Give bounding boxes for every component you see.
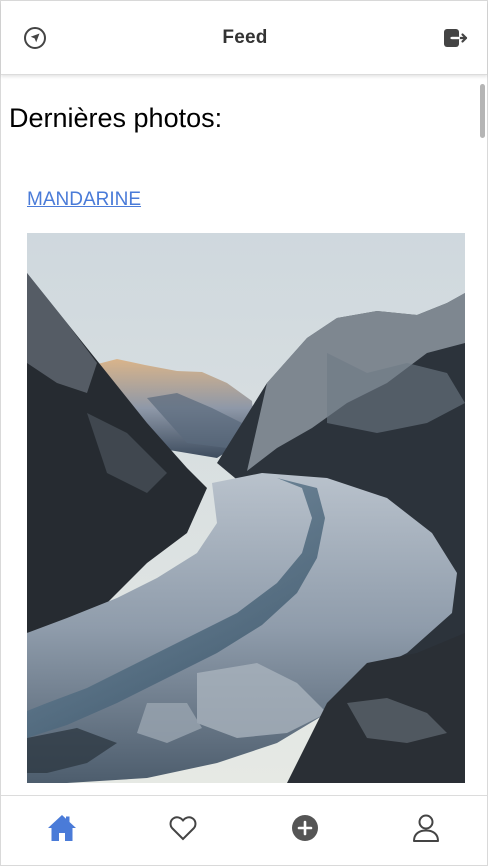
photo-frozen-fjord xyxy=(27,233,465,783)
top-app-bar: Feed xyxy=(1,1,487,75)
tab-home[interactable] xyxy=(32,801,92,861)
feed-content[interactable]: Dernières photos: MANDARINE xyxy=(1,76,487,794)
scrollbar[interactable] xyxy=(480,84,485,138)
section-title: Dernières photos: xyxy=(9,103,223,133)
user-icon xyxy=(412,813,440,848)
home-icon xyxy=(46,813,78,848)
page-title: Feed xyxy=(222,26,268,48)
bottom-navigation xyxy=(1,795,487,865)
add-circle-icon xyxy=(291,814,319,847)
tab-profile[interactable] xyxy=(396,801,456,861)
post-author-link[interactable]: MANDARINE xyxy=(27,189,141,211)
heart-icon xyxy=(169,815,197,846)
post-photo[interactable] xyxy=(27,233,465,783)
tab-favorites[interactable] xyxy=(153,801,213,861)
tab-add[interactable] xyxy=(275,801,335,861)
navigation-arrow-icon[interactable] xyxy=(21,24,49,52)
logout-icon[interactable] xyxy=(441,24,469,52)
